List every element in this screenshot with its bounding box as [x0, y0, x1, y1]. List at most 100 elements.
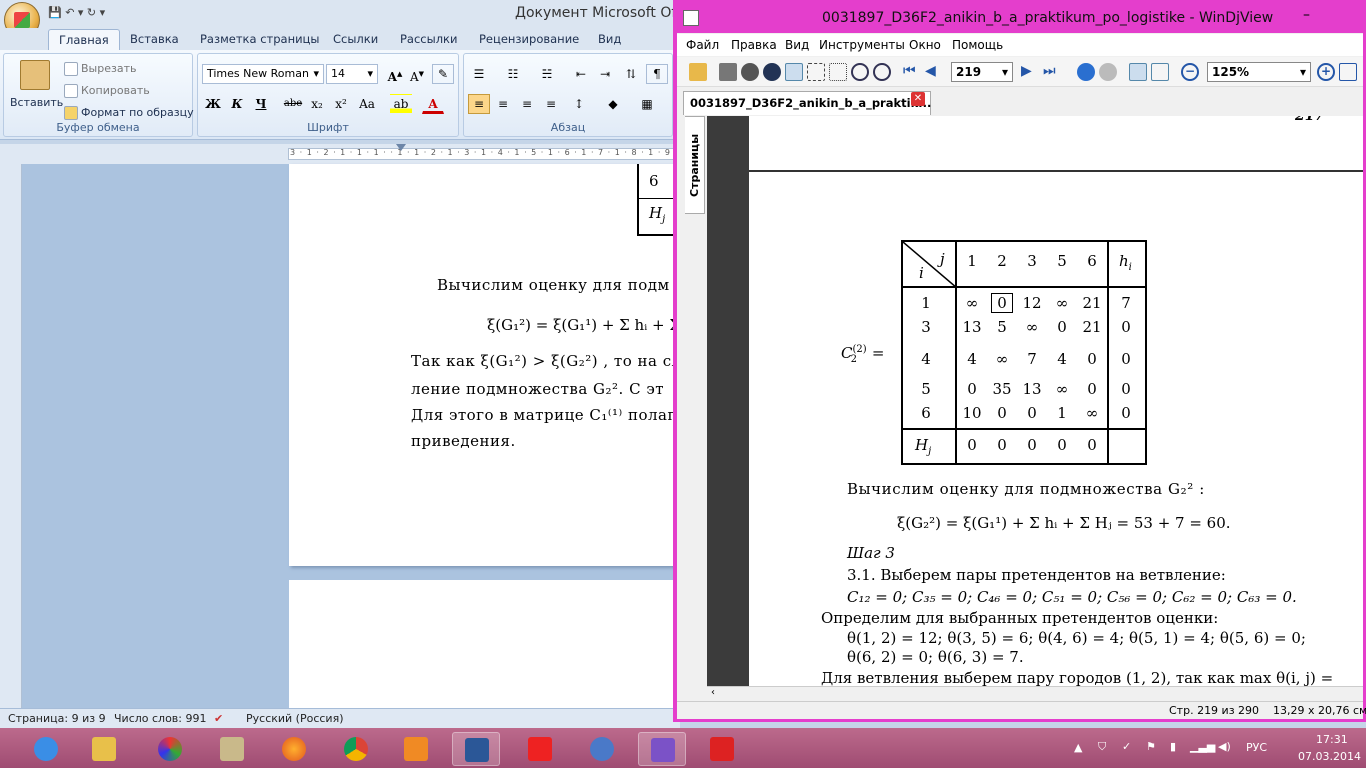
minimize-icon[interactable]: –: [1303, 7, 1310, 23]
language-indicator[interactable]: РУС: [1246, 741, 1267, 754]
tab-review[interactable]: Рецензирование: [479, 32, 579, 46]
zoom-in-icon[interactable]: +: [1317, 63, 1335, 81]
app-taskbar-icon[interactable]: [698, 732, 746, 766]
open-icon[interactable]: [689, 63, 707, 81]
italic-button[interactable]: К: [226, 94, 248, 114]
tray-shield-icon[interactable]: ⛉: [1098, 740, 1106, 754]
align-right-icon[interactable]: ≡: [516, 94, 538, 114]
word-taskbar-icon[interactable]: [452, 732, 500, 766]
tab-references[interactable]: Ссылки: [333, 32, 378, 46]
menu-tools[interactable]: Инструменты: [819, 38, 905, 52]
tray-flag-icon[interactable]: ⚑: [1146, 740, 1156, 753]
info-icon[interactable]: [763, 63, 781, 81]
clear-format-button[interactable]: ✎: [432, 64, 454, 84]
rect-select-icon[interactable]: [829, 63, 847, 81]
pages-tab[interactable]: Страницы: [685, 116, 705, 214]
quick-access-toolbar[interactable]: 💾 ↶ ▾ ↻ ▾: [48, 6, 105, 19]
media-icon[interactable]: [146, 732, 194, 766]
scroll-left-icon[interactable]: ‹: [711, 687, 715, 698]
document-page-next[interactable]: [289, 580, 682, 708]
zoom-rect-icon[interactable]: [873, 63, 891, 81]
decrease-indent-icon[interactable]: ⇤: [570, 64, 592, 84]
clock-date[interactable]: 07.03.2014: [1298, 750, 1361, 763]
forward-icon[interactable]: [1099, 63, 1117, 81]
vertical-ruler[interactable]: [0, 164, 22, 708]
video-icon[interactable]: [392, 732, 440, 766]
firefox-icon[interactable]: [270, 732, 318, 766]
print-icon[interactable]: [719, 63, 737, 81]
horizontal-ruler[interactable]: 3 · 1 · 2 · 1 · 1 · 1 · · 1 · 1 · 2 · 1 …: [0, 144, 680, 164]
underline-button[interactable]: Ч: [250, 94, 272, 114]
subscript-button[interactable]: x₂: [306, 94, 328, 114]
page-count[interactable]: Страница: 9 из 9: [8, 712, 106, 725]
chrome-icon[interactable]: [332, 732, 380, 766]
word-count[interactable]: Число слов: 991: [114, 712, 207, 725]
tray-battery-icon[interactable]: ▮: [1170, 740, 1176, 753]
menu-help[interactable]: Помощь: [952, 38, 1003, 52]
yandex-icon[interactable]: [516, 732, 564, 766]
menu-edit[interactable]: Правка: [731, 38, 777, 52]
tray-arrow-icon[interactable]: ▲: [1074, 741, 1082, 754]
copy-button[interactable]: Копировать: [64, 84, 150, 98]
grow-font-button[interactable]: A▲: [384, 64, 406, 84]
zoom-icon[interactable]: [851, 63, 869, 81]
first-page-icon[interactable]: ⏮: [903, 63, 921, 81]
page-number-input[interactable]: 219 ▾: [951, 62, 1013, 82]
highlight-icon[interactable]: ab: [390, 94, 412, 114]
paste-button[interactable]: Вставить: [10, 96, 63, 109]
tab-mailings[interactable]: Рассылки: [400, 32, 457, 46]
justify-icon[interactable]: ≡: [540, 94, 562, 114]
bullets-icon[interactable]: ☰: [468, 64, 490, 84]
single-page-icon[interactable]: [1129, 63, 1147, 81]
language-indicator[interactable]: Русский (Россия): [246, 712, 344, 725]
sort-icon[interactable]: ⇅: [620, 64, 642, 84]
hand-tool-icon[interactable]: [785, 63, 803, 81]
zoom-out-icon[interactable]: −: [1181, 63, 1199, 81]
tray-network-icon[interactable]: ▁▃▅: [1190, 740, 1215, 753]
explorer-icon[interactable]: [80, 732, 128, 766]
page-view[interactable]: 217 C(2)2 = j i 12356 hi 1 ∞ 0 12 ∞ 21 7 3 13 5 ∞ 0…: [707, 116, 1363, 686]
tray-check-icon[interactable]: ✓: [1122, 740, 1131, 753]
numbering-icon[interactable]: ☷: [502, 64, 524, 84]
font-name-select[interactable]: Times New Roman ▾: [202, 64, 324, 84]
pilcrow-button[interactable]: ¶: [646, 64, 668, 84]
ie-icon[interactable]: [22, 732, 70, 766]
tab-page-layout[interactable]: Разметка страницы: [200, 32, 319, 46]
clock-time[interactable]: 17:31: [1316, 733, 1348, 746]
menu-view[interactable]: Вид: [785, 38, 809, 52]
change-case-button[interactable]: Aa: [356, 94, 378, 114]
horizontal-scrollbar[interactable]: ‹: [707, 686, 1363, 701]
select-tool-icon[interactable]: [807, 63, 825, 81]
zoom-select[interactable]: 125% ▾: [1207, 62, 1311, 82]
bold-button[interactable]: Ж: [202, 94, 224, 114]
archive-icon[interactable]: [208, 732, 256, 766]
tab-insert[interactable]: Вставка: [130, 32, 179, 46]
spellcheck-icon[interactable]: ✔: [214, 712, 223, 725]
multilevel-list-icon[interactable]: ☵: [536, 64, 558, 84]
last-page-icon[interactable]: ⏭: [1043, 63, 1061, 81]
indent-marker[interactable]: [396, 144, 406, 151]
tab-view[interactable]: Вид: [598, 32, 621, 46]
increase-indent-icon[interactable]: ⇥: [594, 64, 616, 84]
paste-icon[interactable]: [20, 60, 50, 90]
align-center-icon[interactable]: ≡: [492, 94, 514, 114]
prev-page-icon[interactable]: ◀: [925, 63, 943, 81]
font-color-icon[interactable]: A: [422, 94, 444, 114]
menu-file[interactable]: Файл: [686, 38, 719, 52]
document-page[interactable]: 6 Hj Вычислим оценку для подм ξ(G₁²) = ξ…: [289, 164, 685, 566]
audio-icon[interactable]: [578, 732, 626, 766]
borders-icon[interactable]: ▦: [636, 94, 658, 114]
tab-document[interactable]: 0031897_D36F2_anikin_b_a_praktik...: [683, 91, 931, 115]
strikethrough-button[interactable]: abe: [282, 94, 304, 114]
back-icon[interactable]: [1077, 63, 1095, 81]
find-icon[interactable]: [741, 63, 759, 81]
menu-window[interactable]: Окно: [909, 38, 941, 52]
fit-page-icon[interactable]: [1339, 63, 1357, 81]
close-tab-icon[interactable]: ✕: [911, 92, 925, 106]
two-pages-icon[interactable]: [1151, 63, 1169, 81]
font-size-select[interactable]: 14 ▾: [326, 64, 378, 84]
shrink-font-button[interactable]: A▼: [406, 64, 428, 84]
windjview-taskbar-icon[interactable]: [638, 732, 686, 766]
cut-button[interactable]: Вырезать: [64, 62, 136, 76]
shading-icon[interactable]: ◆: [602, 94, 624, 114]
